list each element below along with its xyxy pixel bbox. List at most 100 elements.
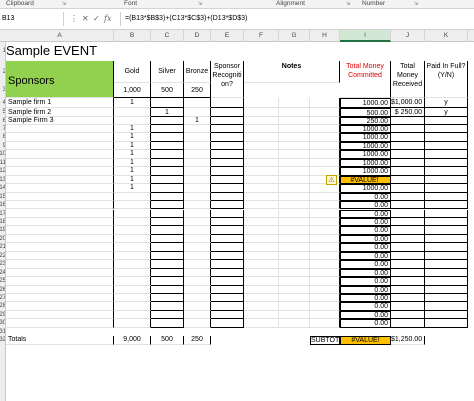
received-cell[interactable] [391, 251, 425, 261]
received-cell[interactable] [391, 150, 425, 159]
notes-cell[interactable] [310, 133, 340, 142]
sponsor-name-cell[interactable] [6, 268, 114, 278]
committed-cell[interactable]: 0.00 [340, 209, 391, 218]
sponsor-name-cell[interactable] [6, 125, 114, 134]
sponsor-name-cell[interactable] [6, 319, 114, 328]
notes-cell[interactable] [310, 217, 340, 227]
paid-cell[interactable] [425, 319, 468, 328]
received-cell[interactable] [391, 234, 425, 244]
received-cell[interactable] [391, 192, 425, 202]
notes-cell[interactable] [244, 158, 279, 168]
paid-cell[interactable]: y [425, 108, 468, 117]
notes-cell[interactable] [279, 133, 310, 142]
notes-cell[interactable] [279, 260, 310, 269]
gold-count-cell[interactable] [114, 192, 151, 202]
notes-cell[interactable] [310, 141, 340, 151]
gold-count-cell[interactable] [114, 302, 151, 311]
notes-cell[interactable] [244, 209, 279, 218]
column-header-g[interactable]: G [279, 30, 310, 42]
notes-cell[interactable] [310, 226, 340, 235]
bronze-count-cell[interactable] [184, 192, 211, 202]
notes-cell[interactable] [310, 234, 340, 244]
paid-cell[interactable] [425, 184, 468, 193]
notes-cell[interactable] [279, 226, 310, 235]
received-cell[interactable] [391, 302, 425, 311]
sponsor-name-cell[interactable] [6, 294, 114, 303]
header-paid-in-full[interactable]: Paid In Full? (Y/N) [425, 61, 468, 98]
bronze-count-cell[interactable] [184, 268, 211, 278]
column-header-b[interactable]: B [114, 30, 151, 42]
notes-cell[interactable] [244, 234, 279, 244]
bronze-count-cell[interactable] [184, 302, 211, 311]
notes-cell[interactable] [244, 184, 279, 193]
received-cell[interactable] [391, 175, 425, 185]
bronze-level-value[interactable]: 250 [184, 83, 211, 98]
committed-cell[interactable]: 0.00 [340, 277, 391, 286]
notes-cell[interactable] [310, 251, 340, 261]
committed-cell[interactable]: 0.00 [340, 268, 391, 278]
gold-count-cell[interactable] [114, 310, 151, 320]
notes-cell[interactable] [279, 310, 310, 320]
silver-count-cell[interactable] [151, 251, 184, 261]
bronze-count-cell[interactable] [184, 141, 211, 151]
gold-count-cell[interactable] [114, 277, 151, 286]
silver-count-cell[interactable] [151, 234, 184, 244]
bronze-count-cell[interactable] [184, 310, 211, 320]
sponsor-name-cell[interactable] [6, 201, 114, 210]
bronze-count-cell[interactable] [184, 175, 211, 185]
column-header-j[interactable]: J [391, 30, 425, 42]
sponsor-name-cell[interactable] [6, 167, 114, 176]
notes-cell[interactable] [310, 302, 340, 311]
sponsor-name-cell[interactable] [6, 234, 114, 244]
sponsor-name-cell[interactable] [6, 209, 114, 218]
committed-cell[interactable]: 250.00 [340, 117, 391, 125]
cancel-icon[interactable]: ✕ [82, 12, 89, 26]
received-cell[interactable] [391, 310, 425, 320]
recognition-cell[interactable] [211, 260, 244, 269]
insert-function-icon[interactable]: fx [104, 12, 111, 26]
paid-cell[interactable] [425, 117, 468, 125]
bronze-count-cell[interactable] [184, 133, 211, 142]
header-notes[interactable]: Notes [244, 61, 340, 83]
recognition-cell[interactable] [211, 184, 244, 193]
notes-cell[interactable] [244, 117, 279, 125]
paid-cell[interactable] [425, 285, 468, 294]
notes-cell[interactable] [244, 141, 279, 151]
silver-level-value[interactable]: 500 [151, 83, 184, 98]
notes-cell[interactable] [244, 319, 279, 328]
silver-count-cell[interactable] [151, 158, 184, 168]
gold-level-value[interactable]: 1,000 [114, 83, 151, 98]
received-cell[interactable] [391, 201, 425, 210]
bronze-count-cell[interactable] [184, 319, 211, 328]
paid-cell[interactable] [425, 167, 468, 176]
notes-cell[interactable] [279, 234, 310, 244]
silver-count-cell[interactable] [151, 167, 184, 176]
sponsors-header-cell[interactable]: Sponsors [6, 61, 114, 98]
column-header-k[interactable]: K [425, 30, 468, 42]
received-cell[interactable] [391, 268, 425, 278]
bronze-count-cell[interactable] [184, 260, 211, 269]
bronze-count-cell[interactable] [184, 243, 211, 252]
notes-cell[interactable] [310, 108, 340, 117]
notes-cell[interactable] [279, 125, 310, 134]
recognition-cell[interactable] [211, 294, 244, 303]
sponsor-name-cell[interactable]: Sample firm 2 [6, 108, 114, 117]
silver-count-cell[interactable] [151, 294, 184, 303]
recognition-cell[interactable] [211, 141, 244, 151]
committed-cell[interactable]: 0.00 [340, 192, 391, 202]
sponsor-name-cell[interactable] [6, 226, 114, 235]
committed-cell[interactable]: 1000.00 [340, 158, 391, 168]
bronze-count-cell[interactable] [184, 108, 211, 117]
silver-count-cell[interactable] [151, 260, 184, 269]
received-cell[interactable]: $1,000.00 [391, 98, 425, 108]
silver-count-cell[interactable] [151, 226, 184, 235]
notes-cell[interactable] [244, 192, 279, 202]
gold-count-cell[interactable] [114, 234, 151, 244]
sponsor-name-cell[interactable]: Sample firm 1 [6, 98, 114, 108]
notes-cell[interactable] [244, 217, 279, 227]
gold-count-cell[interactable]: 1 [114, 150, 151, 159]
received-cell[interactable] [391, 260, 425, 269]
notes-cell[interactable] [310, 209, 340, 218]
clipboard-launcher-icon[interactable]: ⇲ [62, 0, 66, 8]
gold-count-cell[interactable]: 1 [114, 184, 151, 193]
